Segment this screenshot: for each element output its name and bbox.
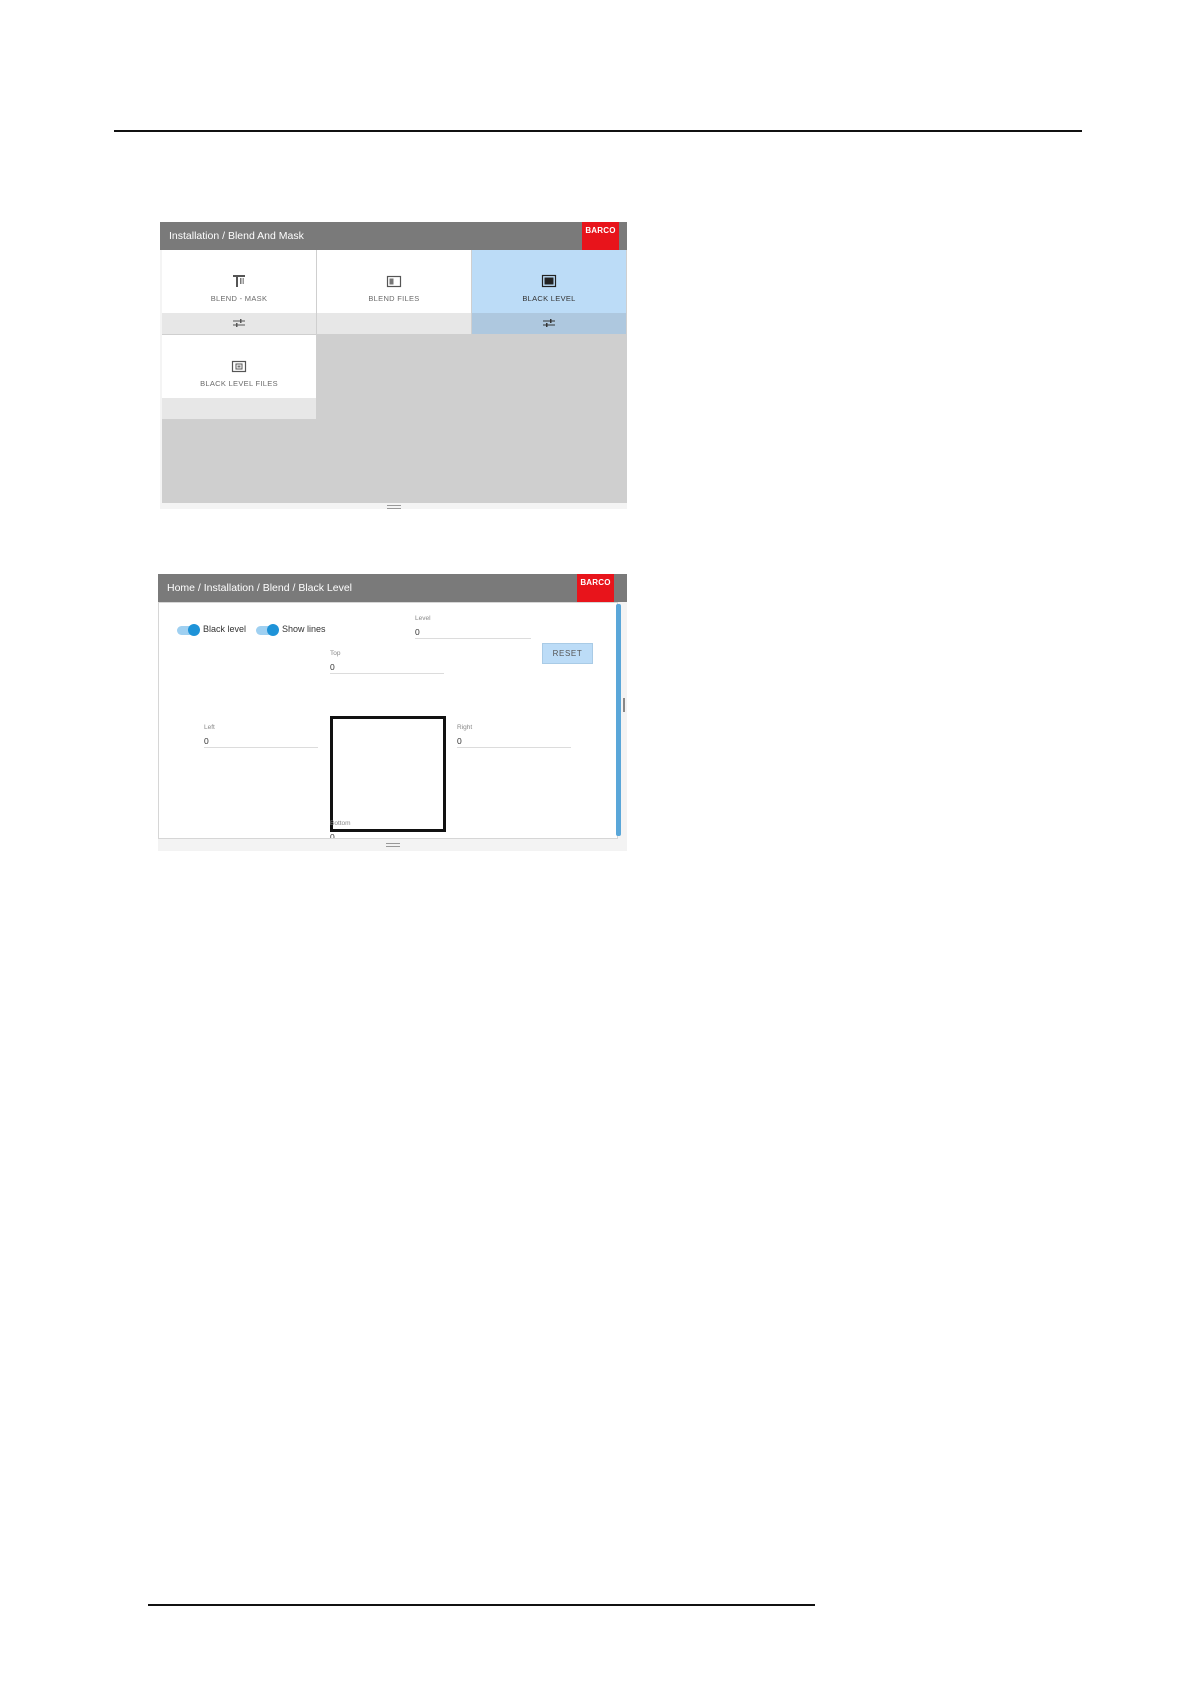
tile-label: BLEND FILES	[368, 294, 420, 303]
barco-logo: BARCO	[577, 574, 614, 602]
tile-grid: BLEND - MASK BLEND FILES BLACK LEVEL BLA…	[162, 250, 627, 503]
tile-label: BLACK LEVEL	[522, 294, 576, 303]
tile-footer	[162, 398, 316, 419]
window-title: Home / Installation / Blend / Black Leve…	[158, 574, 627, 602]
sliders-icon[interactable]	[543, 318, 555, 328]
tile-blend-mask[interactable]: BLEND - MASK	[162, 250, 316, 334]
scrollbar[interactable]	[616, 604, 621, 836]
tile-label: BLACK LEVEL FILES	[200, 379, 278, 388]
level-input[interactable]	[415, 625, 531, 639]
right-input[interactable]	[457, 734, 571, 748]
tile-label: BLEND - MASK	[210, 294, 268, 303]
black-level-preview	[330, 716, 446, 832]
left-label: Left	[204, 724, 215, 731]
show-lines-toggle[interactable]	[256, 624, 279, 636]
reset-button[interactable]: RESET	[542, 643, 593, 664]
resize-handle[interactable]	[385, 843, 400, 847]
top-input[interactable]	[330, 660, 444, 674]
blend-mask-icon	[233, 275, 245, 287]
black-level-icon	[541, 274, 557, 288]
footer-rule	[148, 1604, 815, 1606]
tile-blend-files[interactable]: BLEND FILES	[317, 250, 471, 334]
tile-settings-bar[interactable]	[472, 313, 626, 334]
header-rule	[114, 130, 1082, 132]
window-title: Installation / Blend And Mask	[160, 222, 627, 250]
resize-handle[interactable]	[386, 505, 401, 509]
folder-image-icon	[231, 360, 247, 373]
right-label: Right	[457, 724, 473, 731]
scrollbar-thumb[interactable]	[623, 698, 625, 712]
barco-logo: BARCO	[582, 222, 619, 250]
folder-icon	[386, 275, 402, 288]
left-input[interactable]	[204, 734, 318, 748]
tile-black-level-files[interactable]: BLACK LEVEL FILES	[162, 335, 316, 419]
blend-and-mask-window: Installation / Blend And Mask BARCO BLEN…	[160, 222, 627, 509]
black-level-window: Home / Installation / Blend / Black Leve…	[158, 574, 627, 851]
black-level-toggle[interactable]	[177, 624, 200, 636]
show-lines-toggle-label: Show lines	[282, 624, 326, 634]
tile-settings-bar[interactable]	[162, 313, 316, 334]
top-label: Top	[330, 650, 341, 657]
bottom-label: Bottom	[330, 820, 351, 827]
black-level-panel: Black level Show lines Level RESET Top L…	[158, 602, 618, 839]
tile-black-level[interactable]: BLACK LEVEL	[472, 250, 626, 334]
bottom-input[interactable]	[330, 830, 444, 838]
level-label: Level	[415, 615, 431, 622]
sliders-icon[interactable]	[233, 318, 245, 328]
tile-footer	[317, 313, 471, 334]
black-level-toggle-label: Black level	[203, 624, 247, 634]
